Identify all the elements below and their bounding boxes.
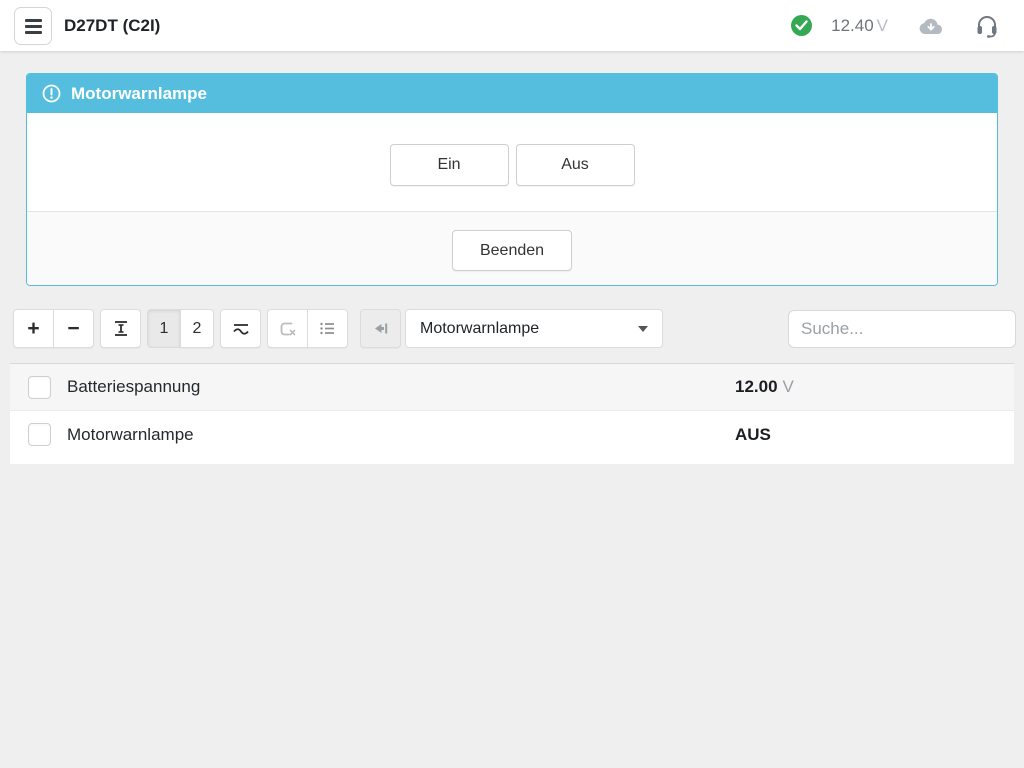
table-row-batteriespannung: Batteriespannung 12.00V xyxy=(10,364,1014,411)
beenden-button[interactable]: Beenden xyxy=(452,230,572,271)
zoom-in-button[interactable]: + xyxy=(13,309,54,348)
row-value: AUS xyxy=(735,425,776,445)
alert-circle-icon xyxy=(42,84,61,103)
battery-voltage-indicator: 12.40V xyxy=(831,16,888,36)
clear-selection-button[interactable] xyxy=(267,309,308,348)
chevron-down-icon xyxy=(638,326,648,332)
dropdown-selected-value: Motorwarnlampe xyxy=(420,320,539,338)
cloud-download-icon[interactable] xyxy=(918,17,944,35)
top-bar: D27DT (C2I) 12.40V xyxy=(0,0,1024,51)
page-1-button[interactable]: 1 xyxy=(147,309,181,348)
ein-button[interactable]: Ein xyxy=(390,144,509,186)
menu-button[interactable] xyxy=(14,7,52,45)
page-2-button[interactable]: 2 xyxy=(180,309,214,348)
selection-button-group xyxy=(267,309,348,348)
status-ok-check-icon xyxy=(791,15,812,36)
row-unit: V xyxy=(783,377,794,396)
arrow-left-to-bar-icon xyxy=(373,321,389,336)
row-label: Motorwarnlampe xyxy=(67,425,194,445)
panel-header: Motorwarnlampe xyxy=(27,74,997,113)
waveform-button[interactable] xyxy=(220,309,261,348)
headset-icon[interactable] xyxy=(976,14,998,38)
row-checkbox[interactable] xyxy=(28,376,51,399)
voltage-unit: V xyxy=(877,16,888,35)
waveform-icon xyxy=(232,322,250,335)
list-button[interactable] xyxy=(307,309,348,348)
row-value: 12.00V xyxy=(735,377,794,397)
measurement-table: Batteriespannung 12.00V Motorwarnlampe A… xyxy=(10,363,1014,464)
panel-title: Motorwarnlampe xyxy=(71,84,207,104)
panel-footer: Beenden xyxy=(27,211,997,285)
row-label: Batteriespannung xyxy=(67,377,200,397)
actuator-select-dropdown[interactable]: Motorwarnlampe xyxy=(405,309,663,348)
zoom-out-button[interactable]: − xyxy=(53,309,94,348)
collapse-left-button[interactable] xyxy=(360,309,401,348)
topbar-status-area: 12.40V xyxy=(791,0,998,51)
table-row-motorwarnlampe: Motorwarnlampe AUS xyxy=(10,411,1014,458)
search-input[interactable] xyxy=(788,310,1016,348)
vehicle-title: D27DT (C2I) xyxy=(64,0,160,51)
row-checkbox[interactable] xyxy=(28,423,51,446)
hamburger-icon xyxy=(25,19,42,22)
list-icon xyxy=(319,321,336,336)
panel-body: Ein Aus xyxy=(27,113,997,211)
voltage-value: 12.40 xyxy=(831,16,874,35)
measurement-toolbar: + − 1 2 xyxy=(13,309,1016,348)
clear-selection-icon xyxy=(279,321,296,337)
fit-height-button[interactable] xyxy=(100,309,141,348)
fit-height-icon xyxy=(113,320,129,337)
zoom-button-group: + − xyxy=(13,309,94,348)
page-button-group: 1 2 xyxy=(147,309,214,348)
aus-button[interactable]: Aus xyxy=(516,144,635,186)
actuator-panel: Motorwarnlampe Ein Aus Beenden xyxy=(26,73,998,286)
